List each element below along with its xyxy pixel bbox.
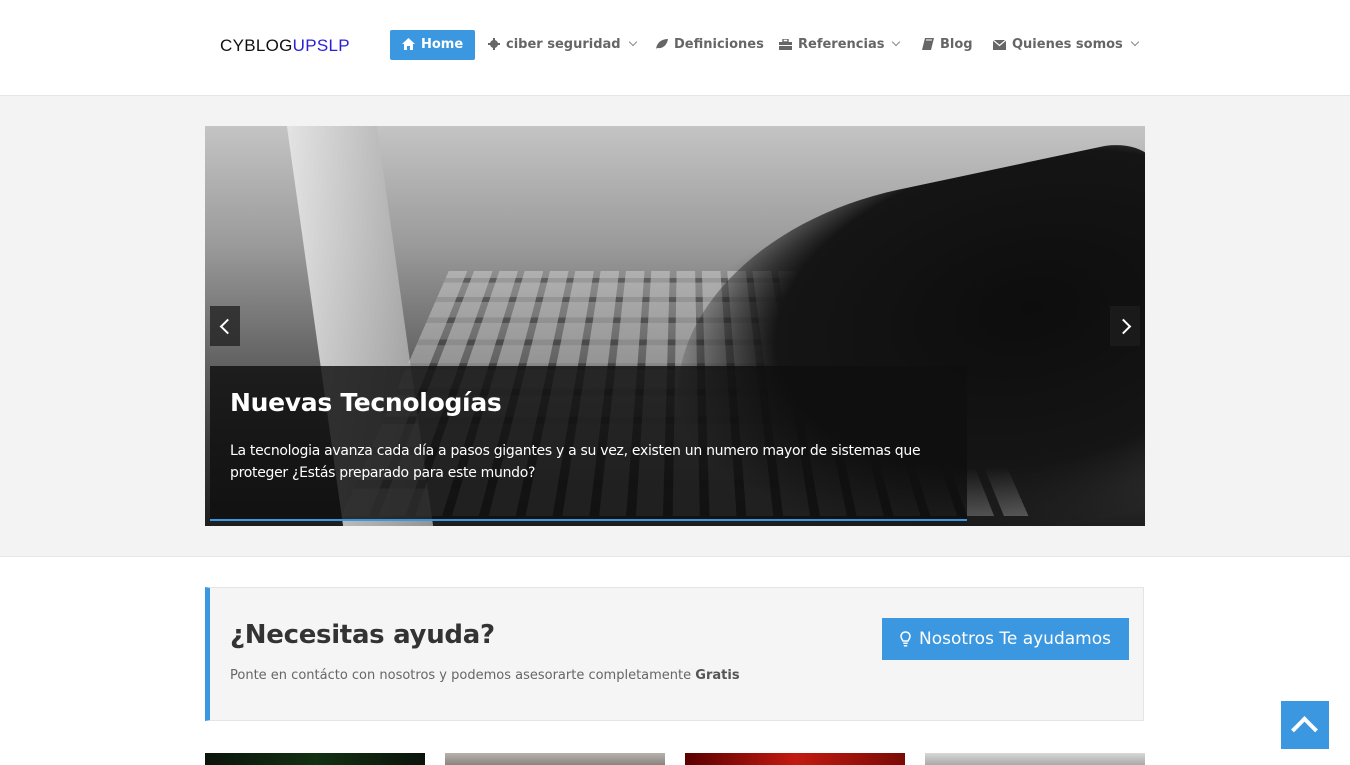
help-title: ¿Necesitas ayuda? xyxy=(230,620,495,650)
chevron-down-icon xyxy=(892,37,901,47)
help-button[interactable]: Nosotros Te ayudamos xyxy=(882,618,1129,660)
nav-item-quienes-somos[interactable]: Quienes somos xyxy=(992,30,1140,60)
logo-text-part1: CYBLOG xyxy=(220,36,293,55)
slide-caption: Nuevas Tecnologías La tecnologia avanza … xyxy=(210,366,967,521)
chevron-left-icon xyxy=(219,318,236,335)
nav-label-quienes-somos: Quienes somos xyxy=(1012,37,1123,52)
lightbulb-icon xyxy=(900,631,911,647)
post-thumbnail[interactable] xyxy=(205,753,425,765)
post-thumbnail[interactable] xyxy=(925,753,1145,765)
nav-item-blog[interactable]: Blog xyxy=(922,30,973,60)
hero-slider[interactable]: Nuevas Tecnologías La tecnologia avanza … xyxy=(205,126,1145,526)
briefcase-icon xyxy=(779,38,792,50)
chevron-up-icon xyxy=(1291,716,1318,743)
help-text-bold: Gratis xyxy=(695,668,740,683)
post-thumbnail[interactable] xyxy=(445,753,665,765)
gear-icon xyxy=(488,38,500,50)
nav-item-ciber-seguridad[interactable]: ciber seguridad xyxy=(488,30,637,60)
help-callout: ¿Necesitas ayuda? Ponte en contácto con … xyxy=(205,587,1144,721)
nav-label-ciber-seguridad: ciber seguridad xyxy=(506,37,621,52)
leaf-icon xyxy=(656,39,668,49)
slide-title: Nuevas Tecnologías xyxy=(230,388,502,417)
book-icon xyxy=(922,38,934,50)
nav-item-definiciones[interactable]: Definiciones xyxy=(655,30,764,60)
site-logo[interactable]: CYBLOGUPSLP xyxy=(220,36,350,56)
back-to-top-button[interactable] xyxy=(1281,701,1329,749)
slide-text: La tecnologia avanza cada día a pasos gi… xyxy=(230,443,921,481)
nav-label-home: Home xyxy=(421,37,464,52)
slider-next-button[interactable] xyxy=(1110,306,1140,346)
nav-item-referencias[interactable]: Referencias xyxy=(779,30,901,60)
slider-prev-button[interactable] xyxy=(210,306,240,346)
nav-label-definiciones: Definiciones xyxy=(674,37,764,52)
help-text-main: Ponte en contácto con nosotros y podemos… xyxy=(230,668,692,683)
help-text: Ponte en contácto con nosotros y podemos… xyxy=(230,668,740,683)
chevron-down-icon xyxy=(628,37,637,47)
nav-label-referencias: Referencias xyxy=(798,37,885,52)
chevron-right-icon xyxy=(1115,318,1132,335)
logo-text-part2: UPSLP xyxy=(292,36,350,55)
post-thumbnail[interactable] xyxy=(685,753,905,765)
site-header: CYBLOGUPSLP Home ciber seguridad Definic… xyxy=(0,0,1350,96)
envelope-icon xyxy=(992,39,1007,50)
home-icon xyxy=(402,38,415,50)
chevron-down-icon xyxy=(1130,37,1140,47)
help-button-label: Nosotros Te ayudamos xyxy=(919,629,1111,649)
nav-label-blog: Blog xyxy=(940,37,973,52)
nav-item-home[interactable]: Home xyxy=(390,30,476,60)
